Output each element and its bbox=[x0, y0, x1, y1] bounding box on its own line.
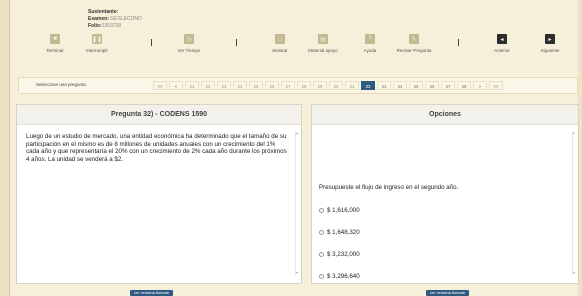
mostrar-button[interactable]: ▭ Mostrar bbox=[260, 34, 300, 53]
floating-window-button-left[interactable]: ver ventana flotante bbox=[130, 290, 174, 296]
option-b[interactable]: $ 1,648,320 bbox=[319, 229, 360, 236]
stop-icon: ■ bbox=[50, 34, 60, 44]
scroll-down-icon[interactable]: ▾ bbox=[296, 271, 298, 275]
question-page-active[interactable]: 32 bbox=[361, 81, 375, 90]
pause-icon: ❚❚ bbox=[92, 34, 102, 44]
question-page[interactable]: 36 bbox=[425, 81, 439, 90]
scroll-up-icon[interactable]: ▴ bbox=[296, 131, 298, 135]
monitor-icon: ▭ bbox=[275, 34, 285, 44]
options-title: Opciones bbox=[312, 105, 578, 125]
question-page[interactable]: 29 bbox=[313, 81, 327, 90]
next-icon: ▸ bbox=[545, 34, 555, 44]
option-label: $ 1,648,320 bbox=[327, 229, 360, 236]
question-page[interactable]: 31 bbox=[345, 81, 359, 90]
question-page[interactable]: 33 bbox=[377, 81, 391, 90]
radio-button[interactable] bbox=[319, 274, 324, 279]
terminar-button[interactable]: ■ Terminar bbox=[35, 34, 75, 53]
question-scrollbar[interactable]: ▴ ▾ bbox=[295, 131, 299, 275]
anterior-label: Anterior bbox=[494, 48, 510, 53]
question-navigator: Seleccione una pregunta << < 21 22 23 24… bbox=[18, 77, 578, 94]
interrumpir-label: Interrumpir bbox=[86, 48, 108, 53]
next-page-button[interactable]: > bbox=[473, 81, 487, 90]
question-page[interactable]: 30 bbox=[329, 81, 343, 90]
option-label: $ 3,232,000 bbox=[327, 251, 360, 258]
toolbar-separator bbox=[151, 39, 152, 46]
radio-button[interactable] bbox=[319, 230, 324, 235]
examen-label: Examen: bbox=[88, 16, 109, 22]
question-page[interactable]: 37 bbox=[441, 81, 455, 90]
options-prompt: Presupueste el flujo de ingreso en el se… bbox=[319, 184, 459, 191]
anterior-button[interactable]: ◂ Anterior bbox=[482, 34, 522, 53]
interrumpir-button[interactable]: ❚❚ Interrumpir bbox=[77, 34, 117, 53]
option-a[interactable]: $ 1,616,000 bbox=[319, 207, 360, 214]
prev-page-button[interactable]: < bbox=[169, 81, 183, 90]
siguiente-label: Siguiente bbox=[540, 48, 560, 53]
option-label: $ 3,296,640 bbox=[327, 273, 360, 280]
clock-icon: ◷ bbox=[184, 34, 194, 44]
scroll-up-icon[interactable]: ▴ bbox=[573, 131, 575, 135]
revisar-pregunta-button[interactable]: ✎ Revisar Pregunta bbox=[394, 34, 434, 53]
help-icon: ? bbox=[365, 34, 375, 44]
toolbar-separator bbox=[236, 39, 237, 46]
options-panel: Opciones Presupueste el flujo de ingreso… bbox=[311, 104, 579, 284]
options-scrollbar[interactable]: ▴ ▾ bbox=[572, 131, 576, 275]
question-page[interactable]: 21 bbox=[185, 81, 199, 90]
question-page[interactable]: 27 bbox=[281, 81, 295, 90]
question-text: Luego de un estudio de mercado, una enti… bbox=[26, 133, 287, 163]
folio-value: 1303728 bbox=[101, 23, 122, 29]
ayuda-button[interactable]: ? Ayuda bbox=[350, 34, 390, 53]
edit-icon: ✎ bbox=[409, 34, 419, 44]
examen-value: GESLECONO bbox=[110, 16, 142, 22]
ver-tiempo-label: Ver Tiempo bbox=[177, 48, 201, 53]
floating-window-button-right[interactable]: ver ventana flotante bbox=[426, 290, 470, 296]
ayuda-label: Ayuda bbox=[363, 48, 377, 53]
question-page-list: << < 21 22 23 24 25 26 27 28 29 30 31 32… bbox=[153, 81, 503, 90]
option-label: $ 1,616,000 bbox=[327, 207, 360, 214]
previous-icon: ◂ bbox=[497, 34, 507, 44]
question-page[interactable]: 26 bbox=[265, 81, 279, 90]
radio-button[interactable] bbox=[319, 208, 324, 213]
ver-tiempo-button[interactable]: ◷ Ver Tiempo bbox=[169, 34, 209, 53]
question-page[interactable]: 34 bbox=[393, 81, 407, 90]
question-selector-label: Seleccione una pregunta bbox=[36, 82, 86, 87]
option-c[interactable]: $ 3,232,000 bbox=[319, 251, 360, 258]
toolbar-separator bbox=[458, 39, 459, 46]
last-page-button[interactable]: >> bbox=[489, 81, 503, 90]
siguiente-button[interactable]: ▸ Siguiente bbox=[530, 34, 570, 53]
question-page[interactable]: 35 bbox=[409, 81, 423, 90]
material-apoyo-button[interactable]: ▤ Material apoyo bbox=[303, 34, 343, 53]
option-d[interactable]: $ 3,296,640 bbox=[319, 273, 360, 280]
question-page[interactable]: 28 bbox=[297, 81, 311, 90]
left-edge bbox=[0, 0, 10, 296]
terminar-label: Terminar bbox=[46, 48, 64, 53]
mostrar-label: Mostrar bbox=[272, 48, 288, 53]
revisar-pregunta-label: Revisar Pregunta bbox=[396, 48, 432, 53]
question-page[interactable]: 25 bbox=[249, 81, 263, 90]
folio-label: Folio: bbox=[88, 23, 102, 29]
document-icon: ▤ bbox=[318, 34, 328, 44]
radio-button[interactable] bbox=[319, 252, 324, 257]
material-apoyo-label: Material apoyo bbox=[308, 48, 338, 53]
question-title: Pregunta 32) - CODENS 1590 bbox=[17, 105, 301, 125]
first-page-button[interactable]: << bbox=[153, 81, 167, 90]
question-panel: Pregunta 32) - CODENS 1590 Luego de un e… bbox=[16, 104, 302, 284]
question-page[interactable]: 24 bbox=[233, 81, 247, 90]
candidate-info: Sustentante: Examen: GESLECONO Folio:130… bbox=[88, 9, 142, 30]
toolbar: ■ Terminar ❚❚ Interrumpir ◷ Ver Tiempo ▭… bbox=[18, 34, 578, 64]
sustentante-label: Sustentante: bbox=[88, 9, 119, 15]
question-page[interactable]: 22 bbox=[201, 81, 215, 90]
question-page[interactable]: 23 bbox=[217, 81, 231, 90]
question-page[interactable]: 38 bbox=[457, 81, 471, 90]
scroll-down-icon[interactable]: ▾ bbox=[573, 271, 575, 275]
